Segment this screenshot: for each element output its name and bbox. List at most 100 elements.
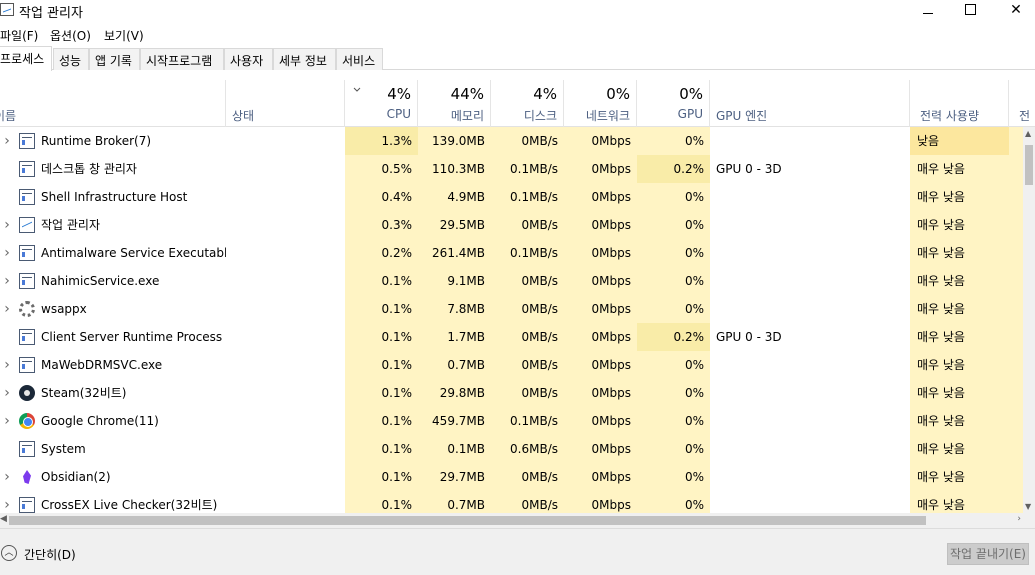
process-gpu: 0% xyxy=(637,351,710,379)
process-memory: 0.7MB xyxy=(418,351,491,379)
process-power-usage: 매우 낮음 xyxy=(910,155,1009,183)
tab-startup[interactable]: 시작프로그램 xyxy=(140,48,224,70)
process-network: 0Mbps xyxy=(564,295,637,323)
column-disk[interactable]: 4% 디스크 xyxy=(491,80,564,127)
expand-chevron-icon[interactable]: › xyxy=(0,463,14,491)
tab-services[interactable]: 서비스 xyxy=(336,48,383,70)
process-gpu-engine xyxy=(710,379,910,407)
column-cpu[interactable]: 4% CPU xyxy=(345,80,418,127)
column-network-label: 네트워크 xyxy=(585,109,630,123)
process-gpu: 0% xyxy=(637,267,710,295)
process-power-usage: 매우 낮음 xyxy=(910,295,1009,323)
process-memory: 29.7MB xyxy=(418,463,491,491)
expand-chevron-icon[interactable]: › xyxy=(0,211,14,239)
expand-chevron-icon[interactable]: › xyxy=(0,379,14,407)
process-gpu-engine: GPU 0 - 3D xyxy=(716,330,782,344)
process-cpu: 0.1% xyxy=(345,267,418,295)
process-row[interactable]: › Steam(32비트) 0.1% 29.8MB 0MB/s 0Mbps 0% 매우 낮음 xyxy=(0,379,1023,407)
tab-performance[interactable]: 성능 xyxy=(53,48,89,70)
column-status[interactable]: 상태 xyxy=(226,80,345,127)
vertical-scroll-thumb[interactable] xyxy=(1025,145,1033,185)
close-button[interactable]: ✕ xyxy=(993,0,1035,22)
process-row[interactable]: › MaWebDRMSVC.exe 0.1% 0.7MB 0MB/s 0Mbps 0% 매우 … xyxy=(0,351,1023,379)
column-gpu-engine-label: GPU 엔진 xyxy=(716,109,768,123)
process-name: Google Chrome(11) xyxy=(41,414,159,428)
process-network: 0Mbps xyxy=(564,267,637,295)
process-network: 0Mbps xyxy=(564,127,637,155)
menu-options[interactable]: 옵션(O) xyxy=(50,27,91,44)
process-row[interactable]: Shell Infrastructure Host 0.4% 4.9MB 0.1MB/… xyxy=(0,183,1023,211)
process-power-usage: 매우 낮음 xyxy=(910,239,1009,267)
fewer-details-label: 간단히(D) xyxy=(24,548,76,562)
window-icon xyxy=(19,441,35,457)
column-gpu-engine[interactable]: GPU 엔진 xyxy=(710,80,910,127)
process-row[interactable]: Client Server Runtime Process 0.1% 1.7MB 0M… xyxy=(0,323,1023,351)
process-power-trend xyxy=(1009,407,1023,435)
window-icon xyxy=(19,273,35,289)
expand-chevron-icon[interactable]: › xyxy=(0,127,14,155)
process-network: 0Mbps xyxy=(564,435,637,463)
menu-view[interactable]: 보기(V) xyxy=(104,27,144,44)
sort-down-icon xyxy=(353,87,361,92)
process-gpu-engine xyxy=(710,407,910,435)
obsidian-icon xyxy=(19,469,35,485)
process-cpu: 0.1% xyxy=(345,323,418,351)
process-power-trend xyxy=(1009,211,1023,239)
process-memory: 459.7MB xyxy=(418,407,491,435)
process-network: 0Mbps xyxy=(564,239,637,267)
expand-chevron-icon[interactable]: › xyxy=(0,491,14,513)
network-total: 0% xyxy=(606,85,630,103)
scroll-left-icon[interactable]: ◀ xyxy=(0,514,7,524)
expand-chevron-icon[interactable]: › xyxy=(0,407,14,435)
maximize-button[interactable] xyxy=(947,0,993,22)
column-gpu[interactable]: 0% GPU xyxy=(637,80,710,127)
process-gpu: 0% xyxy=(637,183,710,211)
tab-users[interactable]: 사용자 xyxy=(224,48,273,70)
column-disk-label: 디스크 xyxy=(523,109,557,123)
process-name: NahimicService.exe xyxy=(41,274,160,288)
process-row[interactable]: › Google Chrome(11) 0.1% 459.7MB 0.1MB/s 0Mbp… xyxy=(0,407,1023,435)
process-row[interactable]: › Runtime Broker(7) 1.3% 139.0MB 0MB/s 0Mbps 0… xyxy=(0,127,1023,155)
expand-chevron-icon[interactable]: › xyxy=(0,351,14,379)
process-row[interactable]: › wsappx 0.1% 7.8MB 0MB/s 0Mbps 0% 매우 낮음 xyxy=(0,295,1023,323)
scroll-up-icon[interactable]: ▲ xyxy=(1025,129,1031,138)
memory-total: 44% xyxy=(450,85,484,103)
column-memory[interactable]: 44% 메모리 xyxy=(418,80,491,127)
process-row[interactable]: › Antimalware Service Executable 0.2% 261.4… xyxy=(0,239,1023,267)
process-name: MaWebDRMSVC.exe xyxy=(41,358,163,372)
column-memory-label: 메모리 xyxy=(450,109,484,123)
process-name: Client Server Runtime Process xyxy=(41,330,223,344)
vertical-scrollbar[interactable]: ▲ ▼ xyxy=(1023,127,1035,513)
tab-processes[interactable]: 프로세스 xyxy=(0,46,52,71)
column-name[interactable]: 이름 xyxy=(0,80,226,127)
menu-file[interactable]: 파일(F) xyxy=(0,27,38,44)
process-gpu: 0% xyxy=(637,463,710,491)
scroll-right-icon[interactable]: › xyxy=(1017,514,1021,524)
minimize-button[interactable] xyxy=(905,0,951,22)
process-gpu-engine xyxy=(710,351,910,379)
expand-chevron-icon[interactable]: › xyxy=(0,295,14,323)
column-cpu-label: CPU xyxy=(386,107,411,121)
process-row[interactable]: › 작업 관리자 0.3% 29.5MB 0MB/s 0Mbps 0% 매우 낮음 xyxy=(0,211,1023,239)
steam-icon xyxy=(19,385,35,401)
scroll-down-icon[interactable]: ▼ xyxy=(1025,502,1031,511)
column-power-usage[interactable]: 전력 사용량 xyxy=(910,80,1009,127)
column-power-trend[interactable]: 전력 xyxy=(1009,80,1035,127)
tab-details[interactable]: 세부 정보 xyxy=(273,48,336,70)
expand-chevron-icon[interactable]: › xyxy=(0,239,14,267)
process-row[interactable]: System 0.1% 0.1MB 0.6MB/s 0Mbps 0% 매우 낮음 xyxy=(0,435,1023,463)
process-row[interactable]: 데스크톱 창 관리자 0.5% 110.3MB 0.1MB/s 0Mbps 0.2% GPU… xyxy=(0,155,1023,183)
process-row[interactable]: › CrossEX Live Checker(32비트) 0.1% 0.7MB 0MB/… xyxy=(0,491,1023,513)
tab-app-history[interactable]: 앱 기록 xyxy=(89,48,140,70)
process-row[interactable]: › Obsidian(2) 0.1% 29.7MB 0MB/s 0Mbps 0% 매우 낮음 xyxy=(0,463,1023,491)
horizontal-scroll-thumb[interactable] xyxy=(9,516,926,525)
end-task-button[interactable]: 작업 끝내기(E) xyxy=(947,543,1029,565)
process-disk: 0.1MB/s xyxy=(491,407,564,435)
process-network: 0Mbps xyxy=(564,211,637,239)
horizontal-scrollbar[interactable]: ◀ › xyxy=(0,513,1035,528)
expand-chevron-icon[interactable]: › xyxy=(0,267,14,295)
window-title: 작업 관리자 xyxy=(19,6,83,21)
column-network[interactable]: 0% 네트워크 xyxy=(564,80,637,127)
gear-icon xyxy=(19,301,35,317)
process-row[interactable]: › NahimicService.exe 0.1% 9.1MB 0MB/s 0Mbps 0%… xyxy=(0,267,1023,295)
